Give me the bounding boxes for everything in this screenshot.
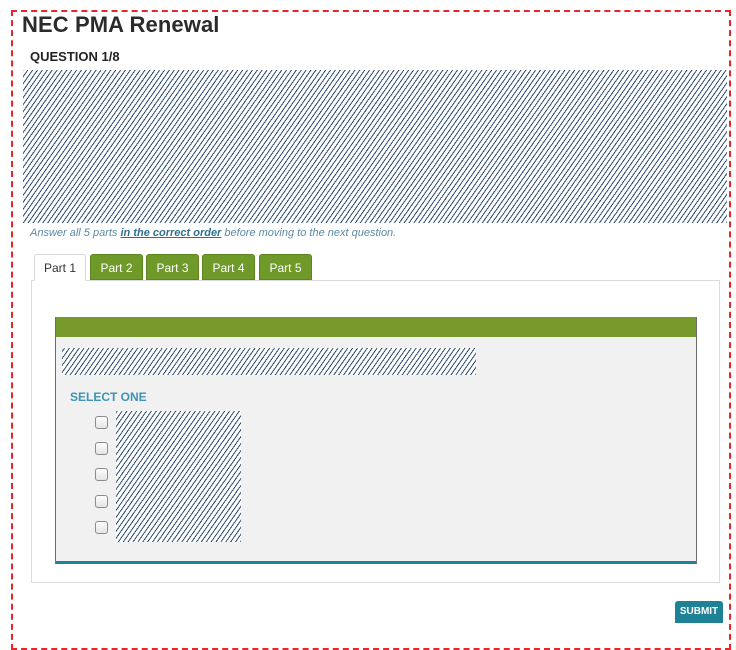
submit-button[interactable]: SUBMIT bbox=[675, 601, 723, 623]
option-checkbox-4[interactable] bbox=[95, 495, 108, 508]
option-checkbox-2[interactable] bbox=[95, 442, 108, 455]
question-card: SELECT ONE bbox=[55, 317, 697, 564]
prompt-text-redacted bbox=[62, 348, 476, 375]
tab-part-4[interactable]: Part 4 bbox=[202, 254, 255, 280]
question-number: QUESTION 1/8 bbox=[30, 49, 120, 64]
tab-part-5[interactable]: Part 5 bbox=[259, 254, 312, 280]
page-title: NEC PMA Renewal bbox=[22, 12, 220, 37]
select-one-label: SELECT ONE bbox=[70, 390, 147, 404]
question-image-redacted bbox=[23, 70, 727, 223]
card-footer-bar bbox=[56, 561, 696, 564]
card-header bbox=[56, 317, 696, 337]
tab-part-1[interactable]: Part 1 bbox=[34, 254, 86, 281]
instruction-emphasis: in the correct order bbox=[120, 227, 222, 239]
option-checkbox-3[interactable] bbox=[95, 468, 108, 481]
tab-part-2[interactable]: Part 2 bbox=[90, 254, 143, 280]
options-text-redacted bbox=[116, 411, 241, 542]
instruction-text: Answer all 5 parts in the correct order … bbox=[30, 227, 396, 239]
tab-part-3[interactable]: Part 3 bbox=[146, 254, 199, 280]
instruction-suffix: before moving to the next question. bbox=[221, 227, 397, 239]
instruction-prefix: Answer all 5 parts bbox=[30, 227, 121, 239]
option-checkbox-1[interactable] bbox=[95, 416, 108, 429]
option-checkbox-5[interactable] bbox=[95, 521, 108, 534]
